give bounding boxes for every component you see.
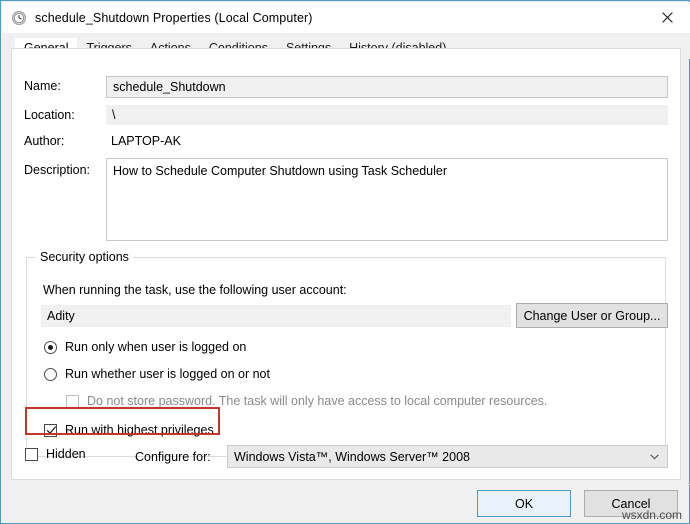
name-input[interactable]: schedule_Shutdown — [106, 76, 668, 98]
radio-logged-on-label: Run only when user is logged on — [65, 340, 247, 354]
window-title: schedule_Shutdown Properties (Local Comp… — [35, 10, 313, 25]
author-row: Author: — [24, 134, 64, 148]
do-not-store-password-indicator — [66, 394, 79, 408]
checkbox-hidden[interactable]: Hidden — [25, 447, 86, 461]
run-highest-privileges-indicator[interactable] — [44, 423, 57, 437]
do-not-store-password-label: Do not store password. The task will onl… — [87, 394, 548, 408]
radio-logged-on-indicator[interactable] — [44, 340, 57, 354]
run-highest-privileges-label: Run with highest privileges — [65, 423, 214, 437]
author-value: LAPTOP-AK — [111, 134, 181, 148]
name-row: Name: — [24, 79, 61, 93]
account-prompt: When running the task, use the following… — [43, 283, 347, 297]
user-account-value: Adity — [41, 305, 511, 327]
location-value: \ — [106, 105, 668, 125]
radio-run-whether-logged-on-or-not[interactable]: Run whether user is logged on or not — [44, 367, 270, 381]
close-icon[interactable] — [644, 2, 690, 33]
author-label: Author: — [24, 134, 65, 148]
hidden-checkbox-indicator[interactable] — [25, 447, 38, 461]
chevron-down-icon[interactable] — [650, 453, 659, 460]
configure-for-value: Windows Vista™, Windows Server™ 2008 — [234, 449, 470, 464]
security-options-group: Security options When running the task, … — [26, 250, 668, 457]
checkbox-do-not-store-password: Do not store password. The task will onl… — [66, 394, 547, 408]
general-tab-panel: Name: schedule_Shutdown Location: \ Auth… — [11, 48, 681, 480]
radio-run-only-when-logged-on[interactable]: Run only when user is logged on — [44, 340, 246, 354]
description-input[interactable]: How to Schedule Computer Shutdown using … — [106, 158, 668, 241]
radio-whether-label: Run whether user is logged on or not — [65, 367, 270, 381]
radio-whether-indicator[interactable] — [44, 367, 57, 381]
hidden-label: Hidden — [46, 447, 86, 461]
checkbox-run-with-highest-privileges[interactable]: Run with highest privileges — [44, 423, 214, 437]
title-bar: schedule_Shutdown Properties (Local Comp… — [2, 2, 690, 33]
change-user-or-group-button[interactable]: Change User or Group... — [516, 303, 668, 328]
ok-button[interactable]: OK — [477, 490, 571, 517]
task-clock-icon — [11, 10, 27, 26]
location-row: Location: — [24, 108, 75, 122]
configure-for-dropdown[interactable]: Windows Vista™, Windows Server™ 2008 — [227, 445, 668, 468]
security-options-title: Security options — [36, 250, 133, 264]
watermark: wsxdn.com — [621, 508, 682, 522]
description-row: Description: — [24, 163, 90, 177]
name-label: Name: — [24, 79, 61, 93]
task-properties-window: schedule_Shutdown Properties (Local Comp… — [0, 0, 690, 524]
location-label: Location: — [24, 108, 75, 122]
footer-divider — [2, 484, 690, 485]
description-label: Description: — [24, 163, 90, 177]
configure-for-label: Configure for: — [135, 450, 211, 464]
